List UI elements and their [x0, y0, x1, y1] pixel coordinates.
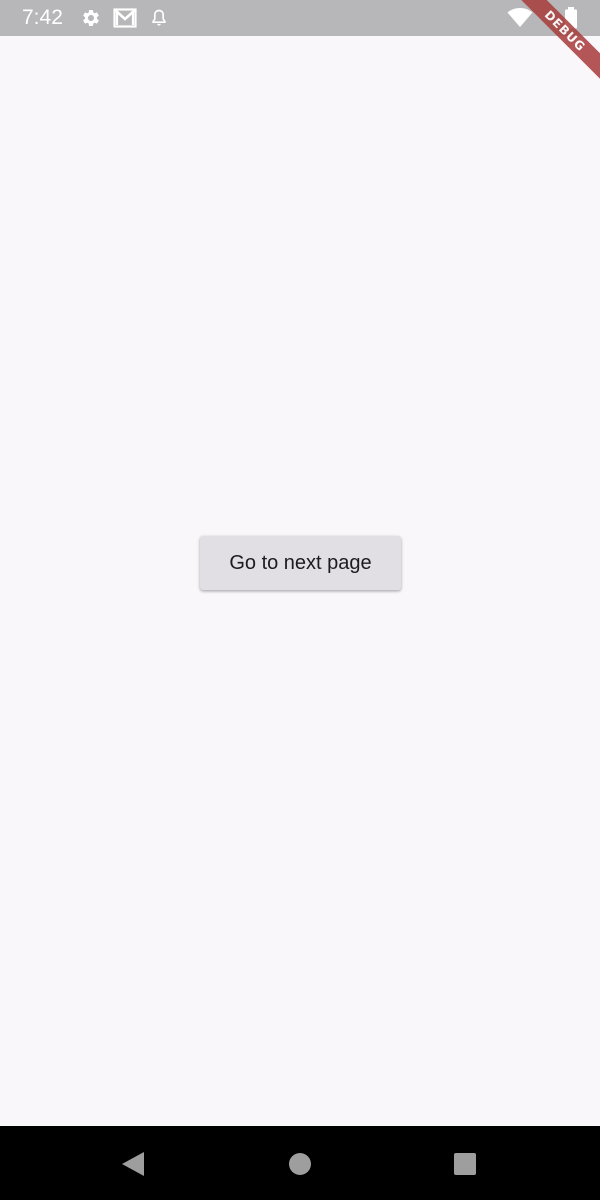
go-to-next-page-button[interactable]: Go to next page [200, 536, 401, 590]
back-icon[interactable] [121, 1151, 145, 1177]
status-time: 7:42 [22, 6, 63, 29]
battery-icon [565, 7, 577, 29]
notification-bell-icon [152, 9, 166, 26]
page-content: Go to next page [0, 36, 600, 1126]
wifi-icon [507, 8, 533, 27]
home-icon[interactable] [288, 1152, 312, 1176]
settings-icon [83, 9, 99, 26]
navigation-bar [0, 1126, 600, 1200]
recents-icon[interactable] [454, 1153, 476, 1175]
gmail-icon [113, 8, 137, 28]
status-bar: 7:42 [0, 0, 600, 36]
